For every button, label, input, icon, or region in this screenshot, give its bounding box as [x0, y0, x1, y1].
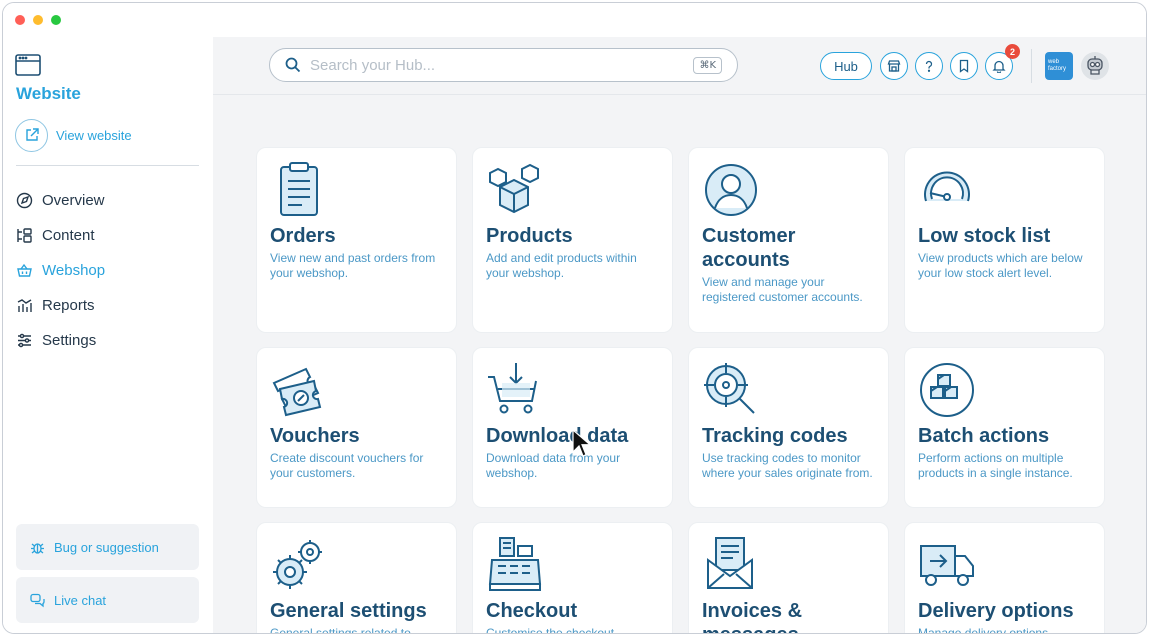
view-website-label: View website	[56, 127, 132, 143]
sidebar-item-label: Reports	[42, 297, 95, 314]
app-window: Website View website Overview Content We…	[2, 2, 1147, 634]
sidebar-item-label: Overview	[42, 192, 105, 209]
minimize-window-button[interactable]	[33, 15, 43, 25]
card-batch-actions[interactable]: Batch actions Perform actions on multipl…	[904, 347, 1105, 508]
card-description: View and manage your registered customer…	[702, 275, 863, 304]
hub-button[interactable]: Hub	[820, 52, 872, 80]
card-vouchers[interactable]: Vouchers Create discount vouchers for yo…	[256, 347, 457, 508]
main-content: ⌘K Hub 2 web factory	[213, 37, 1146, 633]
sidebar-divider	[16, 165, 199, 166]
sidebar: Website View website Overview Content We…	[3, 37, 213, 633]
card-title: Customer accounts	[702, 225, 796, 271]
card-description: Create discount vouchers for your custom…	[270, 451, 424, 480]
search-icon	[285, 57, 301, 73]
sidebar-nav: Overview Content Webshop Reports Setting…	[16, 183, 206, 358]
bell-icon	[992, 60, 1006, 73]
browser-window-icon	[15, 54, 41, 76]
register-icon	[488, 537, 542, 591]
bug-suggestion-label: Bug or suggestion	[54, 539, 159, 555]
top-bar: ⌘K Hub 2 web factory	[213, 37, 1146, 95]
store-icon	[887, 60, 901, 72]
card-invoices-messages[interactable]: Invoices & messages	[688, 522, 889, 633]
card-title: Orders	[270, 225, 336, 247]
card-checkout[interactable]: Checkout Customise the checkout	[472, 522, 673, 634]
card-products[interactable]: Products Add and edit products within yo…	[472, 147, 673, 333]
card-general-settings[interactable]: General settings General settings relate…	[256, 522, 457, 634]
card-description: View products which are below your low s…	[918, 251, 1083, 280]
close-window-button[interactable]	[15, 15, 25, 25]
bookmark-icon	[959, 59, 969, 73]
live-chat-button[interactable]: Live chat	[16, 577, 199, 623]
store-button[interactable]	[880, 52, 908, 80]
invoice-icon	[707, 537, 753, 589]
bug-icon	[31, 542, 44, 554]
clipboard-icon	[280, 162, 318, 216]
help-button[interactable]	[915, 52, 943, 80]
card-download-data[interactable]: Download data Download data from your we…	[472, 347, 673, 508]
truck-icon	[920, 545, 974, 586]
search-input[interactable]	[310, 56, 680, 74]
brand-logo[interactable]: web factory	[1045, 52, 1073, 80]
card-description: General settings related to	[270, 626, 411, 634]
maximize-window-button[interactable]	[51, 15, 61, 25]
overview-icon	[16, 192, 33, 209]
card-description: Use tracking codes to monitor where your…	[702, 451, 873, 480]
bug-suggestion-button[interactable]: Bug or suggestion	[16, 524, 199, 570]
customer-icon	[705, 164, 757, 216]
topbar-divider	[1031, 49, 1032, 83]
sidebar-item-label: Settings	[42, 332, 97, 349]
sidebar-item-settings[interactable]: Settings	[16, 323, 206, 358]
card-title: Delivery options	[918, 600, 1074, 622]
webshop-icon	[17, 263, 32, 277]
card-title: Products	[486, 225, 573, 247]
card-description: Add and edit products within your websho…	[486, 251, 637, 280]
card-description: Manage delivery options	[918, 626, 1049, 634]
card-title: Invoices & messages	[702, 600, 803, 633]
help-icon	[925, 60, 933, 72]
card-title: Tracking codes	[702, 425, 848, 447]
card-title: General settings	[270, 600, 427, 622]
sidebar-item-label: Content	[42, 227, 95, 244]
card-orders[interactable]: Orders View new and past orders from you…	[256, 147, 457, 333]
tracking-icon	[704, 363, 755, 414]
search-shortcut-badge: ⌘K	[693, 57, 722, 74]
sidebar-item-label: Webshop	[42, 262, 106, 279]
sidebar-item-content[interactable]: Content	[16, 218, 206, 253]
sidebar-item-webshop[interactable]: Webshop	[16, 253, 206, 288]
settings-icon	[18, 333, 31, 348]
batch-icon	[920, 363, 974, 417]
card-description: View new and past orders from your websh…	[270, 251, 436, 280]
card-title: Checkout	[486, 600, 578, 622]
gears-icon	[273, 540, 322, 589]
external-link-icon	[15, 118, 48, 152]
sidebar-title: Website	[16, 84, 81, 103]
view-website-link[interactable]: View website	[15, 118, 132, 152]
boxes-icon	[489, 163, 539, 214]
card-customer-accounts[interactable]: Customer accounts View and manage your r…	[688, 147, 889, 333]
card-description: Perform actions on multiple products in …	[918, 451, 1073, 480]
reports-icon	[17, 299, 32, 312]
live-chat-label: Live chat	[54, 592, 107, 608]
gauge-icon	[924, 171, 970, 202]
sidebar-item-overview[interactable]: Overview	[16, 183, 206, 218]
title-bar	[3, 3, 1146, 37]
card-title: Batch actions	[918, 425, 1050, 447]
sidebar-item-reports[interactable]: Reports	[16, 288, 206, 323]
bookmark-button[interactable]	[950, 52, 978, 80]
content-icon	[17, 228, 32, 243]
card-title: Low stock list	[918, 225, 1051, 247]
mouse-cursor-icon	[572, 429, 591, 457]
card-delivery-options[interactable]: Delivery options Manage delivery options	[904, 522, 1105, 634]
search-bar[interactable]: ⌘K	[269, 48, 738, 82]
card-title: Vouchers	[270, 425, 360, 447]
card-description: Customise the checkout	[486, 626, 615, 634]
robot-avatar-icon	[1087, 56, 1103, 75]
cart-download-icon	[488, 363, 537, 414]
card-low-stock-list[interactable]: Low stock list View products which are b…	[904, 147, 1105, 333]
avatar[interactable]	[1081, 52, 1109, 80]
card-tracking-codes[interactable]: Tracking codes Use tracking codes to mon…	[688, 347, 889, 508]
voucher-icon	[272, 367, 322, 417]
chat-icon	[30, 593, 45, 607]
notification-badge: 2	[1005, 44, 1020, 59]
